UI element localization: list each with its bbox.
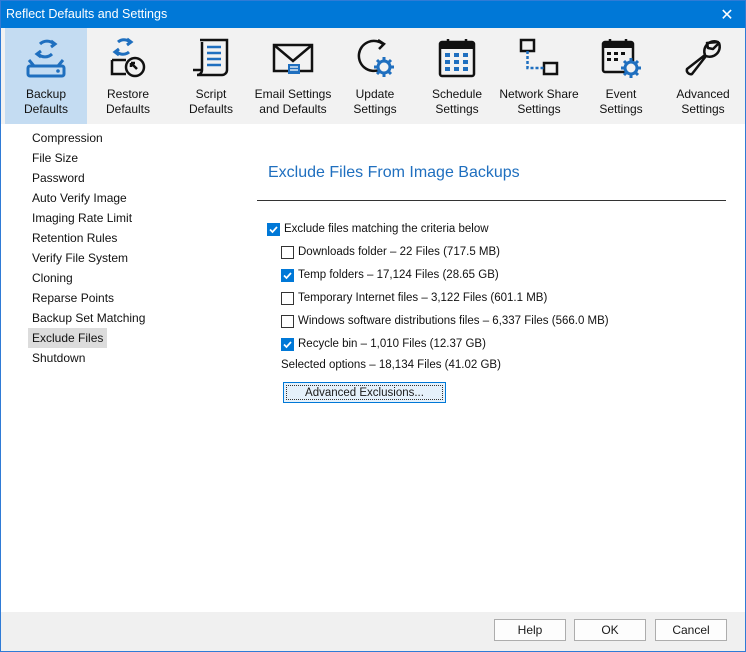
- sidebar-item-password[interactable]: Password: [28, 168, 89, 188]
- exclude-option-checkbox[interactable]: Temporary Internet files – 3,122 Files (…: [281, 289, 547, 307]
- wrench-icon: [681, 36, 725, 80]
- toolbar-item-label: Restore Defaults: [105, 87, 151, 116]
- calendar-icon: [435, 36, 479, 80]
- footer: Help OK Cancel: [1, 612, 745, 651]
- toolbar-item-5[interactable]: Schedule Settings: [416, 28, 498, 124]
- backup-drive-icon: [24, 36, 68, 80]
- toolbar-item-label: Event Settings: [599, 87, 643, 116]
- toolbar-item-label: Network Share Settings: [499, 87, 579, 116]
- window-title: Reflect Defaults and Settings: [6, 7, 168, 21]
- toolbar-item-label: Email Settings and Defaults: [254, 87, 332, 116]
- toolbar-item-3[interactable]: Email Settings and Defaults: [252, 28, 334, 124]
- ok-button[interactable]: OK: [574, 619, 646, 641]
- exclude-files-master-checkbox[interactable]: Exclude files matching the criteria belo…: [267, 220, 489, 238]
- sidebar: Compression File Size Password Auto Verify …: [1, 124, 241, 612]
- option-label: Recycle bin – 1,010 Files (12.37 GB): [298, 338, 486, 350]
- toolbar: Backup Defaults Restore Defaults Script De…: [1, 28, 745, 124]
- main-panel: Exclude Files From Image Backups Exclude…: [241, 124, 745, 612]
- exclude-option-checkbox[interactable]: Windows software distributions files – 6…: [281, 312, 609, 330]
- checkbox-checked-icon[interactable]: [281, 337, 294, 351]
- toolbar-item-label: Schedule Settings: [431, 87, 483, 116]
- selection-summary: Selected options – 18,134 Files (41.02 G…: [281, 359, 501, 371]
- close-icon[interactable]: ✕: [709, 1, 745, 28]
- toolbar-item-4[interactable]: Update Settings: [334, 28, 416, 124]
- settings-dialog: Reflect Defaults and Settings ✕ Backup D…: [0, 0, 746, 652]
- sidebar-item-file-size[interactable]: File Size: [28, 148, 82, 168]
- envelope-icon: [271, 36, 315, 80]
- network-icon: [517, 36, 561, 80]
- exclude-option-checkbox[interactable]: Recycle bin – 1,010 Files (12.37 GB): [281, 335, 486, 353]
- restore-icon: [106, 36, 150, 80]
- sidebar-item-retention-rules[interactable]: Retention Rules: [28, 228, 121, 248]
- toolbar-item-label: Update Settings: [353, 87, 397, 116]
- toolbar-item-6[interactable]: Network Share Settings: [498, 28, 580, 124]
- sidebar-item-cloning[interactable]: Cloning: [28, 268, 77, 288]
- toolbar-item-label: Backup Defaults: [23, 87, 69, 116]
- toolbar-item-0[interactable]: Backup Defaults: [5, 28, 87, 124]
- option-label: Downloads folder – 22 Files (717.5 MB): [298, 246, 500, 258]
- sidebar-item-compression[interactable]: Compression: [28, 128, 107, 148]
- sidebar-item-reparse-points[interactable]: Reparse Points: [28, 288, 118, 308]
- heading-divider: [257, 200, 726, 201]
- option-label: Windows software distributions files – 6…: [298, 315, 609, 327]
- cancel-button[interactable]: Cancel: [655, 619, 727, 641]
- sidebar-item-imaging-rate-limit[interactable]: Imaging Rate Limit: [28, 208, 136, 228]
- script-icon: [189, 36, 233, 80]
- sidebar-item-verify-file-system[interactable]: Verify File System: [28, 248, 132, 268]
- sidebar-item-shutdown[interactable]: Shutdown: [28, 348, 89, 368]
- checkbox-icon[interactable]: [281, 245, 294, 259]
- toolbar-item-8[interactable]: Advanced Settings: [662, 28, 744, 124]
- toolbar-item-2[interactable]: Script Defaults: [170, 28, 252, 124]
- checkbox-checked-icon[interactable]: [267, 222, 280, 236]
- option-label: Temp folders – 17,124 Files (28.65 GB): [298, 269, 499, 281]
- title-bar: Reflect Defaults and Settings ✕: [1, 1, 745, 28]
- sidebar-item-backup-set-matching[interactable]: Backup Set Matching: [28, 308, 149, 328]
- checkbox-icon[interactable]: [281, 291, 294, 305]
- page-title: Exclude Files From Image Backups: [268, 164, 520, 181]
- toolbar-item-1[interactable]: Restore Defaults: [87, 28, 169, 124]
- event-calendar-gear-icon: [599, 36, 643, 80]
- exclude-option-checkbox[interactable]: Temp folders – 17,124 Files (28.65 GB): [281, 266, 499, 284]
- checkbox-icon[interactable]: [281, 314, 294, 328]
- toolbar-item-label: Script Defaults: [188, 87, 234, 116]
- checkbox-checked-icon[interactable]: [281, 268, 294, 282]
- sidebar-item-exclude-files[interactable]: Exclude Files: [28, 328, 108, 348]
- exclude-option-checkbox[interactable]: Downloads folder – 22 Files (717.5 MB): [281, 243, 500, 261]
- toolbar-item-label: Advanced Settings: [676, 87, 730, 116]
- help-button[interactable]: Help: [494, 619, 566, 641]
- advanced-exclusions-button[interactable]: Advanced Exclusions...: [283, 382, 446, 403]
- sidebar-item-auto-verify-image[interactable]: Auto Verify Image: [28, 188, 131, 208]
- toolbar-item-7[interactable]: Event Settings: [580, 28, 662, 124]
- option-label: Exclude files matching the criteria belo…: [284, 223, 489, 235]
- update-gear-icon: [353, 36, 397, 80]
- option-label: Temporary Internet files – 3,122 Files (…: [298, 292, 548, 304]
